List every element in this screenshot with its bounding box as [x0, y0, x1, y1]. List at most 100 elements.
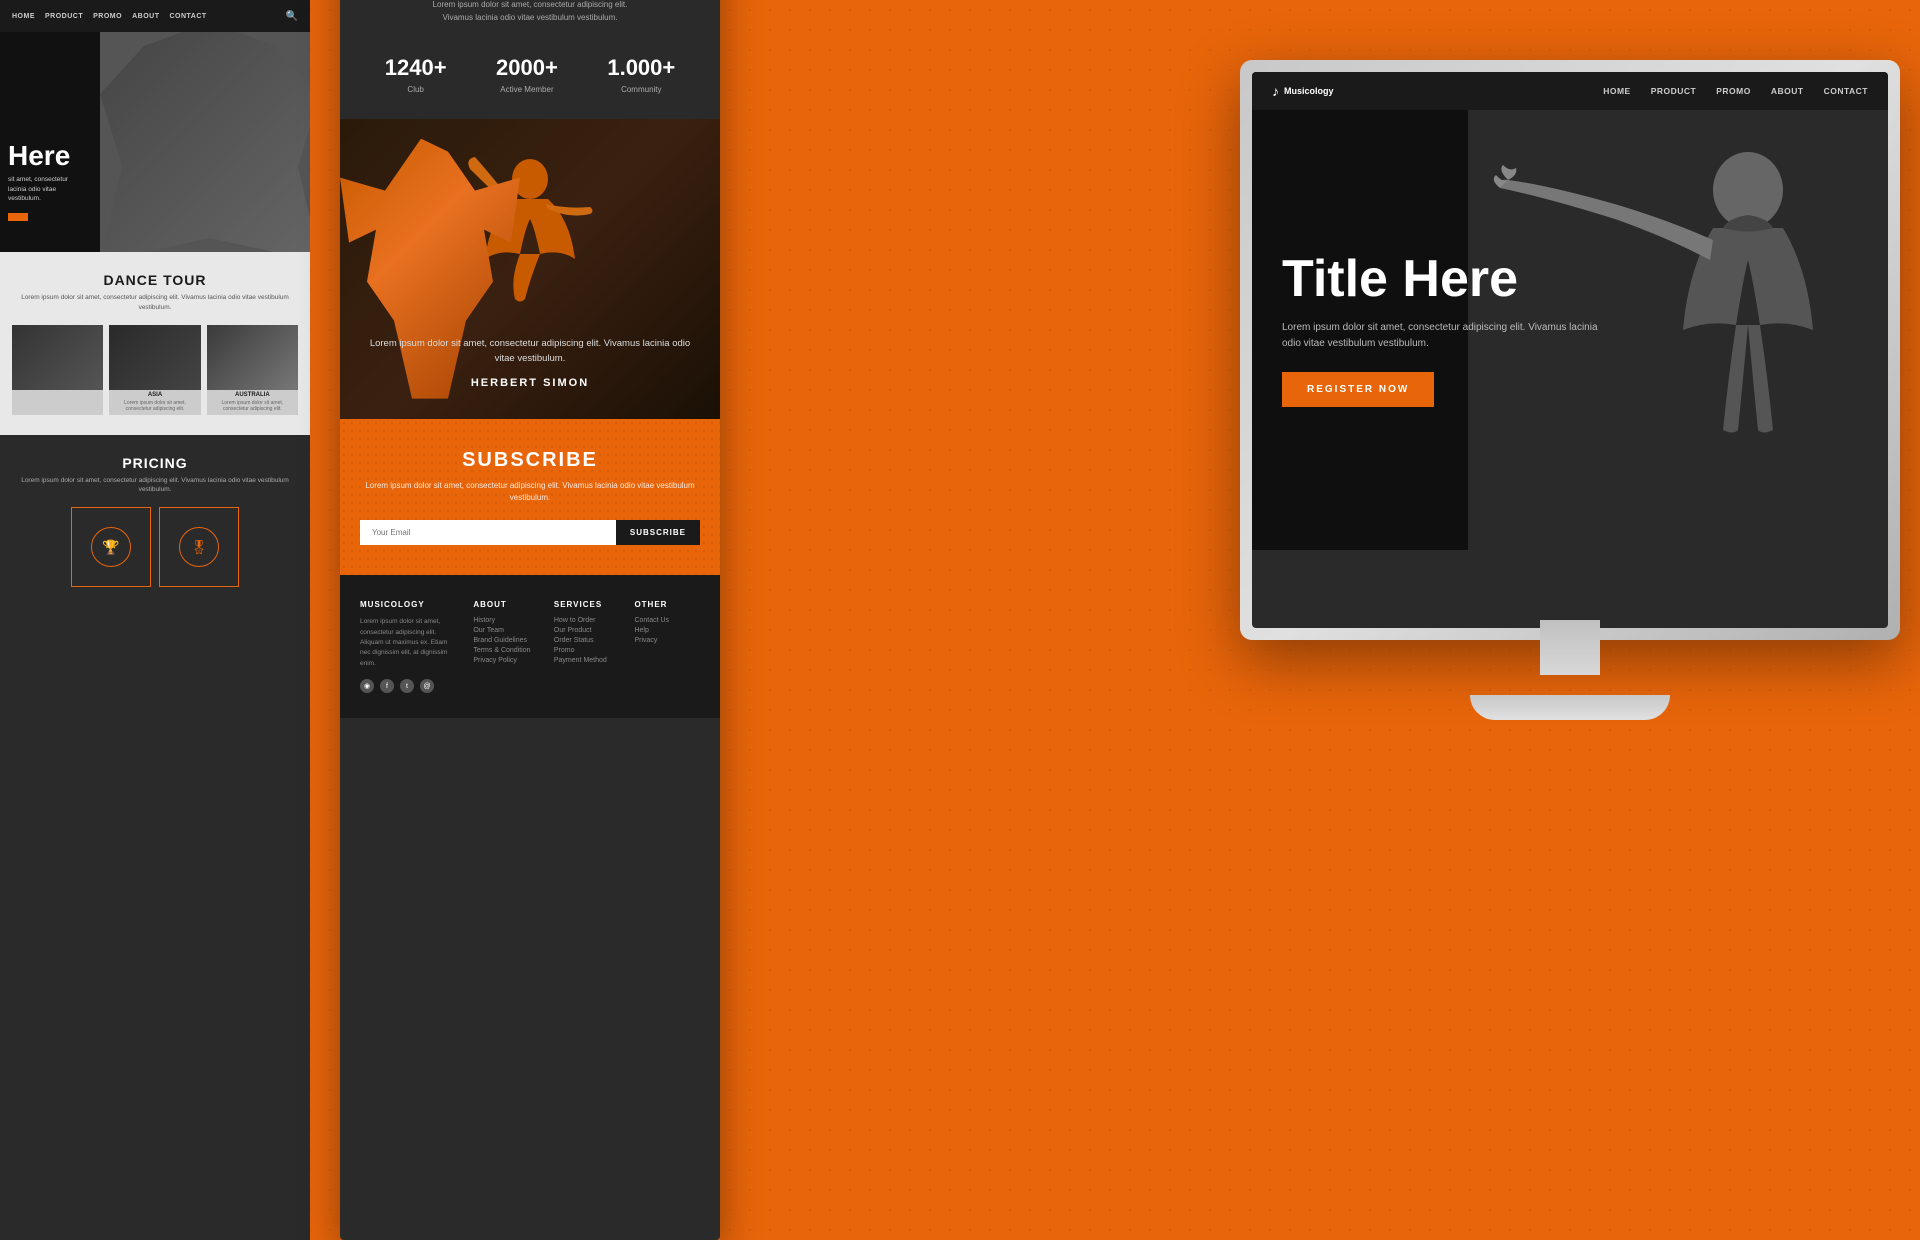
monitor-logo-text: Musicology: [1284, 86, 1334, 96]
left-nav-home[interactable]: HOME: [12, 13, 35, 20]
pricing-card-1-inner: 🏆: [91, 527, 131, 567]
footer-services-title: SERVICES: [554, 600, 620, 609]
instagram-icon[interactable]: ◉: [360, 679, 374, 693]
stat-community: 1.000+ Community: [607, 55, 675, 94]
footer-about-history[interactable]: History: [473, 617, 539, 624]
monitor-hero-subtitle: Lorem ipsum dolor sit amet, consectetur …: [1282, 320, 1602, 352]
twitter-icon[interactable]: t: [400, 679, 414, 693]
monitor-nav-product[interactable]: PRODUCT: [1651, 86, 1697, 96]
monitor-nav-promo[interactable]: PROMO: [1716, 86, 1751, 96]
footer-about-terms[interactable]: Terms & Condition: [473, 647, 539, 654]
monitor-nav: ♪ Musicology HOME PRODUCT PROMO ABOUT CO…: [1252, 72, 1888, 110]
footer-brand-name: MUSICOLOGY: [360, 600, 458, 609]
left-hero-dancer-image: [100, 32, 310, 252]
statistics-section: OUR STATISTICS Lorem ipsum dolor sit ame…: [340, 0, 720, 119]
stat-club-number: 1240+: [385, 55, 447, 81]
dance-card-2-label: ASIA: [109, 390, 200, 400]
subscribe-section: SUBSCRIBE Lorem ipsum dolor sit amet, co…: [340, 419, 720, 576]
subscribe-description: Lorem ipsum dolor sit amet, consectetur …: [360, 480, 700, 506]
left-hero-text: Here sit amet, consecteturlacinia odio v…: [8, 142, 70, 222]
left-nav: HOME PRODUCT PROMO ABOUT CONTACT 🔍: [0, 0, 310, 32]
monitor-screen: ♪ Musicology HOME PRODUCT PROMO ABOUT CO…: [1252, 72, 1888, 628]
dancer-quote: Lorem ipsum dolor sit amet, consectetur …: [360, 336, 700, 366]
left-nav-about[interactable]: ABOUT: [132, 13, 159, 20]
footer-other-contact[interactable]: Contact Us: [634, 617, 700, 624]
dancer-silhouette: [430, 139, 630, 339]
dance-card-2-sub: Lorem ipsum dolor sit amet, consectetur …: [109, 400, 200, 413]
footer-services-col: SERVICES How to Order Our Product Order …: [554, 600, 620, 693]
search-icon[interactable]: 🔍: [286, 11, 298, 22]
monitor-nav-about[interactable]: ABOUT: [1771, 86, 1804, 96]
footer-services-promo[interactable]: Promo: [554, 647, 620, 654]
music-note-icon: ♪: [1272, 83, 1279, 99]
footer-other-title: OTHER: [634, 600, 700, 609]
email-icon[interactable]: @: [420, 679, 434, 693]
facebook-icon[interactable]: f: [380, 679, 394, 693]
subscribe-email-input[interactable]: [360, 520, 616, 545]
monitor-logo: ♪ Musicology: [1272, 83, 1334, 99]
pricing-cards: 🏆 🎖: [12, 507, 298, 587]
dancer-name: HERBERT SIMON: [360, 377, 700, 389]
footer-services-product[interactable]: Our Product: [554, 627, 620, 634]
dance-card-1: [12, 325, 103, 415]
left-nav-product[interactable]: PRODUCT: [45, 13, 83, 20]
award-icon-2: 🎖: [190, 539, 208, 556]
dance-tour-title: DANCE TOUR: [12, 272, 298, 288]
stat-member-label: Active Member: [496, 85, 558, 94]
statistics-description: Lorem ipsum dolor sit amet, consectetur …: [360, 0, 700, 25]
dance-card-2: ASIA Lorem ipsum dolor sit amet, consect…: [109, 325, 200, 415]
stat-member: 2000+ Active Member: [496, 55, 558, 94]
pricing-card-1: 🏆: [71, 507, 151, 587]
left-hero-dancer-shape: [100, 32, 310, 252]
footer-other-help[interactable]: Help: [634, 627, 700, 634]
left-hero-button[interactable]: [8, 213, 28, 221]
footer-other-privacy[interactable]: Privacy: [634, 637, 700, 644]
footer-services-payment[interactable]: Payment Method: [554, 657, 620, 664]
dancer-feature-section: Lorem ipsum dolor sit amet, consectetur …: [340, 119, 720, 419]
monitor-register-button[interactable]: REGISTER NOW: [1282, 372, 1434, 407]
monitor-hero-content: Title Here Lorem ipsum dolor sit amet, c…: [1282, 253, 1602, 407]
footer-about-team[interactable]: Our Team: [473, 627, 539, 634]
left-nav-links: HOME PRODUCT PROMO ABOUT CONTACT: [12, 13, 207, 20]
right-panel-desktop: ♪ Musicology HOME PRODUCT PROMO ABOUT CO…: [1220, 60, 1920, 740]
pricing-description: Lorem ipsum dolor sit amet, consectetur …: [12, 476, 298, 496]
middle-panel-mobile: OUR STATISTICS Lorem ipsum dolor sit ame…: [340, 0, 720, 1240]
dance-card-2-image: [109, 325, 200, 390]
pricing-card-2: 🎖: [159, 507, 239, 587]
stat-community-number: 1.000+: [607, 55, 675, 81]
footer-brand-col: MUSICOLOGY Lorem ipsum dolor sit amet, c…: [360, 600, 458, 693]
left-hero-subtitle: sit amet, consecteturlacinia odio vitaev…: [8, 175, 70, 204]
left-nav-contact[interactable]: CONTACT: [169, 13, 206, 20]
stat-club-label: Club: [385, 85, 447, 94]
footer-social-icons: ◉ f t @: [360, 679, 458, 693]
dance-card-1-image: [12, 325, 103, 390]
dance-card-3-image: [207, 325, 298, 390]
dance-card-3: AUSTRALIA Lorem ipsum dolor sit amet, co…: [207, 325, 298, 415]
monitor-nav-contact[interactable]: CONTACT: [1824, 86, 1868, 96]
subscribe-button[interactable]: SUBSCRIBE: [616, 520, 700, 545]
stat-community-label: Community: [607, 85, 675, 94]
dance-card-3-sub: Lorem ipsum dolor sit amet, consectetur …: [207, 400, 298, 413]
pricing-card-2-inner: 🎖: [179, 527, 219, 567]
footer-grid: MUSICOLOGY Lorem ipsum dolor sit amet, c…: [360, 600, 700, 693]
footer-about-brand[interactable]: Brand Guidelines: [473, 637, 539, 644]
footer-other-col: OTHER Contact Us Help Privacy: [634, 600, 700, 693]
dance-tour-description: Lorem ipsum dolor sit amet, consectetur …: [12, 293, 298, 313]
pricing-title: PRICING: [12, 455, 298, 471]
footer-services-order[interactable]: How to Order: [554, 617, 620, 624]
footer-brand-desc: Lorem ipsum dolor sit amet, consectetur …: [360, 617, 458, 669]
dancer-text: Lorem ipsum dolor sit amet, consectetur …: [360, 336, 700, 388]
monitor-nav-home[interactable]: HOME: [1603, 86, 1631, 96]
left-nav-promo[interactable]: PROMO: [93, 13, 122, 20]
monitor-stand-neck: [1540, 620, 1600, 675]
footer-services-status[interactable]: Order Status: [554, 637, 620, 644]
left-dance-tour-section: DANCE TOUR Lorem ipsum dolor sit amet, c…: [0, 252, 310, 435]
stat-member-number: 2000+: [496, 55, 558, 81]
monitor-stand-base: [1470, 695, 1670, 720]
monitor-hero-title: Title Here: [1282, 253, 1602, 305]
monitor-hero: Title Here Lorem ipsum dolor sit amet, c…: [1252, 110, 1888, 550]
statistics-row: 1240+ Club 2000+ Active Member 1.000+ Co…: [360, 55, 700, 94]
stat-club: 1240+ Club: [385, 55, 447, 94]
monitor-outer: ♪ Musicology HOME PRODUCT PROMO ABOUT CO…: [1240, 60, 1900, 640]
footer-about-privacy[interactable]: Privacy Policy: [473, 657, 539, 664]
